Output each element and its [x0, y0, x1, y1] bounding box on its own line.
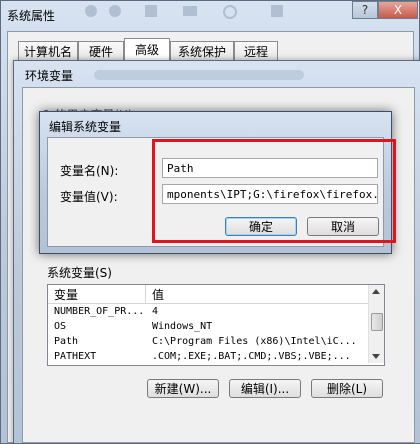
tab-computer-name[interactable]: 计算机名	[18, 41, 78, 60]
system-variables-label: 系统变量(S)	[47, 266, 112, 280]
table-row[interactable]: NUMBER_OF_PR... 4	[48, 306, 384, 321]
env-title-blur	[94, 70, 304, 80]
background-toolbar	[75, 3, 325, 19]
row-variable-value: C:\Program Files (x86)\Intel\iC...	[152, 336, 357, 347]
row-variable-name: NUMBER_OF_PR...	[54, 306, 145, 317]
row-variable-name: OS	[54, 321, 67, 332]
new-variable-button[interactable]: 新建(W)...	[147, 379, 219, 398]
row-variable-value: .COM;.EXE;.BAT;.CMD;.VBS;.VBE;...	[152, 351, 351, 362]
highlight-annotation	[152, 139, 396, 243]
system-properties-title: 系统属性	[7, 9, 56, 23]
toolbar-folder-icon	[183, 6, 197, 16]
delete-variable-button[interactable]: 删除(L)	[311, 379, 383, 398]
variable-name-label: 变量名(N):	[60, 164, 119, 178]
table-row[interactable]: PATHEXT .COM;.EXE;.BAT;.CMD;.VBS;.VBE;..…	[48, 351, 384, 365]
scroll-thumb[interactable]	[371, 313, 383, 331]
row-variable-name: PATHEXT	[54, 351, 97, 362]
scroll-down-icon[interactable]	[372, 354, 380, 359]
tab-hardware[interactable]: 硬件	[78, 41, 124, 60]
column-header-variable[interactable]: 变量	[48, 285, 146, 303]
toolbar-home-icon	[145, 5, 157, 17]
environment-variables-title: 环境变量	[25, 69, 74, 83]
variable-value-label: 变量值(V):	[60, 190, 118, 204]
row-variable-value: Windows_NT	[152, 321, 213, 332]
column-header-value[interactable]: 值	[146, 285, 366, 303]
toolbar-search-icon	[223, 5, 237, 19]
row-variable-value: 4	[152, 306, 159, 317]
scroll-up-icon[interactable]	[372, 289, 380, 294]
toolbar-tools-icon	[271, 5, 283, 17]
tab-remote[interactable]: 远程	[234, 41, 278, 60]
row-variable-name: Path	[54, 336, 79, 347]
toolbar-forward-icon	[109, 5, 121, 17]
list-header: 变量 值	[48, 285, 384, 304]
sysprops-close-button[interactable]: X	[378, 1, 418, 19]
table-row[interactable]: Path C:\Program Files (x86)\Intel\iC...	[48, 336, 384, 351]
edit-dialog-title: 编辑系统变量	[49, 120, 122, 134]
edit-variable-button[interactable]: 编辑(I)...	[229, 379, 301, 398]
list-scrollbar[interactable]	[368, 285, 384, 363]
system-variables-list[interactable]: 变量 值 NUMBER_OF_PR... 4 OS Windows_NT Pat…	[47, 284, 385, 366]
toolbar-back-icon	[85, 5, 97, 17]
sysprops-help-button[interactable]: ?	[352, 1, 378, 19]
tab-advanced[interactable]: 高级	[124, 38, 170, 60]
tab-system-protection[interactable]: 系统保护	[170, 41, 234, 60]
table-row[interactable]: OS Windows_NT	[48, 321, 384, 336]
